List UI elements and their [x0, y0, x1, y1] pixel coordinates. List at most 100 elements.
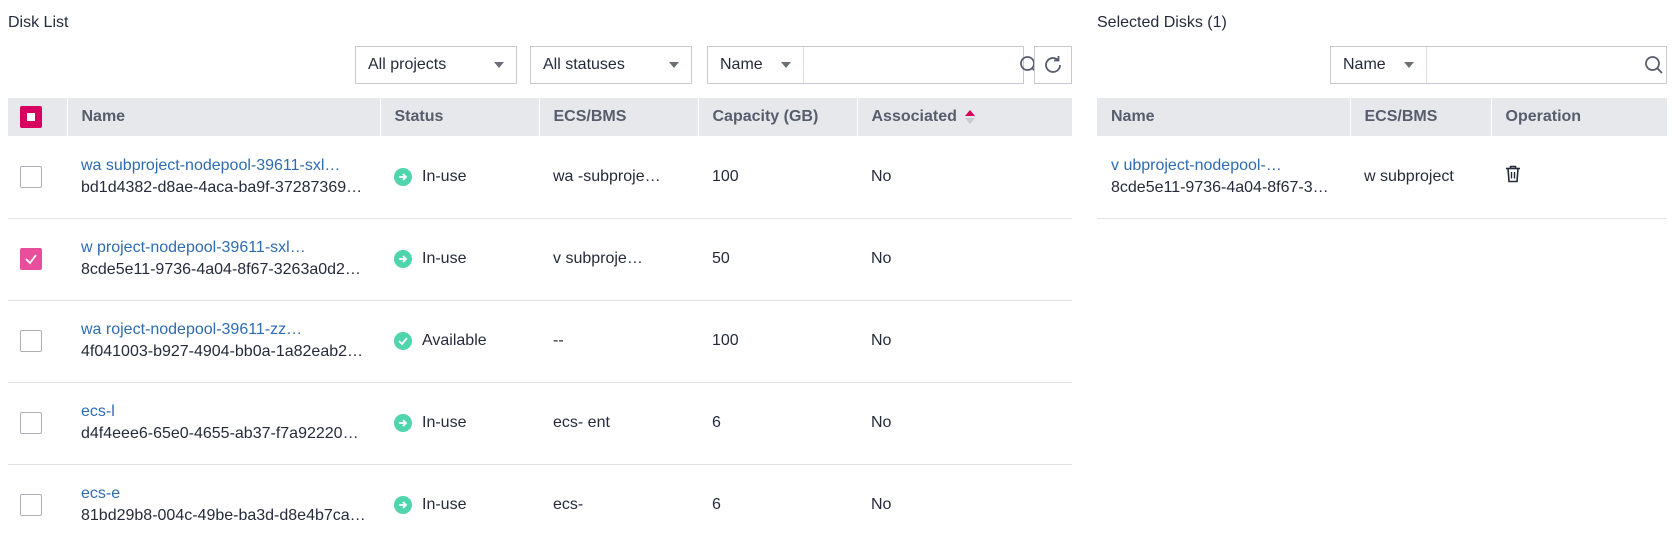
column-header-associated[interactable]: Associated: [857, 98, 1073, 136]
check-icon: [25, 254, 37, 265]
operation-cell: [1491, 136, 1667, 219]
status-cell: In-use: [380, 136, 539, 219]
row-select-cell: [8, 464, 67, 541]
status-text: In-use: [422, 414, 467, 431]
chevron-down-icon: [780, 62, 791, 68]
table-header-row: Name Status ECS/BMS Capacity (GB) Associ…: [8, 98, 1073, 136]
name-cell: ecs-e 81bd29b8-004c-49be-ba3d-d8e4b7ca…: [67, 464, 380, 541]
associated-cell: No: [857, 382, 1072, 465]
ecs-cell: wa -subproje…: [539, 136, 698, 219]
row-checkbox[interactable]: [20, 494, 42, 516]
name-cell: w project-nodepool-39611-sxl… 8cde5e11-97…: [67, 218, 380, 301]
associated-label: Associated: [871, 108, 957, 125]
selected-search-input[interactable]: [1426, 47, 1642, 83]
disk-name-link[interactable]: ecs-e: [81, 483, 366, 505]
project-filter-value: All projects: [368, 56, 447, 73]
status-cell: In-use: [380, 464, 539, 541]
check-circle-icon: [394, 332, 412, 350]
table-row: wa subproject-nodepool-39611-sxl… bd1d438…: [8, 136, 1072, 219]
disk-table: Name Status ECS/BMS Capacity (GB) Associ…: [8, 98, 1073, 541]
arrow-circle-icon: [394, 496, 412, 514]
arrow-circle-icon: [394, 250, 412, 268]
search-field-select[interactable]: Name: [708, 47, 804, 83]
status-text: In-use: [422, 167, 467, 185]
disk-search-input[interactable]: [803, 47, 1019, 83]
disk-id: bd1d4382-d8ae-4aca-ba9f-37287369…: [81, 178, 363, 196]
sort-icon[interactable]: [964, 109, 975, 124]
disk-search-box: Name: [707, 46, 1038, 84]
name-cell: v ubproject-nodepool-… 8cde5e11-9736-4a04…: [1097, 136, 1350, 219]
associated-cell: No: [857, 300, 1072, 383]
table-row: v ubproject-nodepool-… 8cde5e11-9736-4a04…: [1097, 136, 1667, 219]
row-checkbox[interactable]: [20, 330, 42, 352]
ecs-cell: --: [539, 300, 698, 383]
table-row: w project-nodepool-39611-sxl… 8cde5e11-97…: [8, 218, 1072, 301]
chevron-down-icon: [669, 62, 679, 68]
status-filter-select[interactable]: All statuses: [530, 46, 692, 84]
capacity-cell: 50: [698, 218, 857, 301]
capacity-cell: 100: [698, 136, 857, 219]
name-cell: wa subproject-nodepool-39611-sxl… bd1d438…: [67, 136, 380, 219]
disk-name-link[interactable]: wa subproject-nodepool-39611-sxl…: [81, 155, 366, 177]
project-filter-select[interactable]: All projects: [355, 46, 517, 84]
row-checkbox[interactable]: [20, 165, 42, 188]
capacity-cell: 6: [698, 464, 857, 541]
row-select-cell: [8, 382, 67, 465]
column-header-ecs: ECS/BMS: [539, 98, 699, 136]
capacity-cell: 6: [698, 382, 857, 465]
disk-name-link[interactable]: ecs-l: [81, 401, 366, 423]
row-select-cell: [8, 136, 67, 219]
row-checkbox[interactable]: [20, 412, 42, 434]
arrow-circle-icon: [394, 414, 412, 432]
name-cell: ecs-l d4f4eee6-65e0-4655-ab37-f7a92220…: [67, 382, 380, 465]
ecs-cell: ecs- ent: [539, 382, 698, 465]
selected-search-field-select[interactable]: Name: [1331, 47, 1427, 83]
refresh-button[interactable]: [1034, 46, 1072, 84]
name-cell: wa roject-nodepool-39611-zz… 4f041003-b92…: [67, 300, 380, 383]
disk-list-title: Disk List: [8, 14, 69, 31]
arrow-circle-icon: [394, 167, 412, 186]
ecs-cell: ecs-: [539, 464, 698, 541]
search-icon[interactable]: [1642, 47, 1666, 83]
status-text: In-use: [422, 496, 467, 513]
selected-search-box: Name: [1330, 46, 1667, 84]
table-header-row: Name ECS/BMS Operation: [1097, 98, 1668, 136]
chevron-down-icon: [1403, 62, 1414, 68]
disk-name-link[interactable]: wa roject-nodepool-39611-zz…: [81, 319, 366, 341]
column-header-operation: Operation: [1491, 98, 1668, 136]
selected-disks-title: Selected Disks (1): [1097, 14, 1227, 31]
ecs-cell: w subproject: [1350, 136, 1491, 219]
column-header-name: Name: [1097, 98, 1351, 136]
column-header-capacity: Capacity (GB): [698, 98, 858, 136]
disk-id: 4f041003-b927-4904-bb0a-1a82eab2…: [81, 343, 364, 360]
row-checkbox[interactable]: [20, 248, 42, 270]
status-cell: Available: [380, 300, 539, 383]
table-row: wa roject-nodepool-39611-zz… 4f041003-b92…: [8, 300, 1072, 383]
chevron-down-icon: [494, 62, 504, 68]
status-cell: In-use: [380, 382, 539, 465]
column-header-ecs: ECS/BMS: [1350, 98, 1492, 136]
ecs-cell: v subproje…: [539, 218, 698, 301]
disk-id: 8cde5e11-9736-4a04-8f67-3263a0d2…: [81, 261, 361, 278]
trash-icon[interactable]: [1505, 165, 1521, 187]
select-all-cell: [8, 98, 68, 136]
status-text: Available: [422, 332, 487, 349]
disk-name-link[interactable]: w project-nodepool-39611-sxl…: [81, 237, 366, 259]
selected-disk-id: 8cde5e11-9736-4a04-8f67-3…: [1111, 178, 1329, 196]
column-header-name: Name: [67, 98, 381, 136]
selected-search-field-value: Name: [1343, 56, 1386, 73]
row-select-cell: [8, 218, 67, 301]
disk-id: 81bd29b8-004c-49be-ba3d-d8e4b7ca…: [81, 507, 366, 524]
row-select-cell: [8, 300, 67, 383]
select-all-checkbox[interactable]: [20, 106, 42, 128]
selected-disk-name-link[interactable]: v ubproject-nodepool-…: [1111, 155, 1331, 177]
capacity-cell: 100: [698, 300, 857, 383]
associated-cell: No: [857, 218, 1072, 301]
refresh-icon: [1045, 56, 1061, 73]
status-cell: In-use: [380, 218, 539, 301]
status-filter-value: All statuses: [543, 56, 625, 73]
table-row: ecs-e 81bd29b8-004c-49be-ba3d-d8e4b7ca… In…: [8, 464, 1072, 541]
table-row: ecs-l d4f4eee6-65e0-4655-ab37-f7a92220… In…: [8, 382, 1072, 465]
selected-disks-table: Name ECS/BMS Operation v ubproject-nodep…: [1097, 98, 1668, 219]
search-field-value: Name: [720, 56, 763, 73]
